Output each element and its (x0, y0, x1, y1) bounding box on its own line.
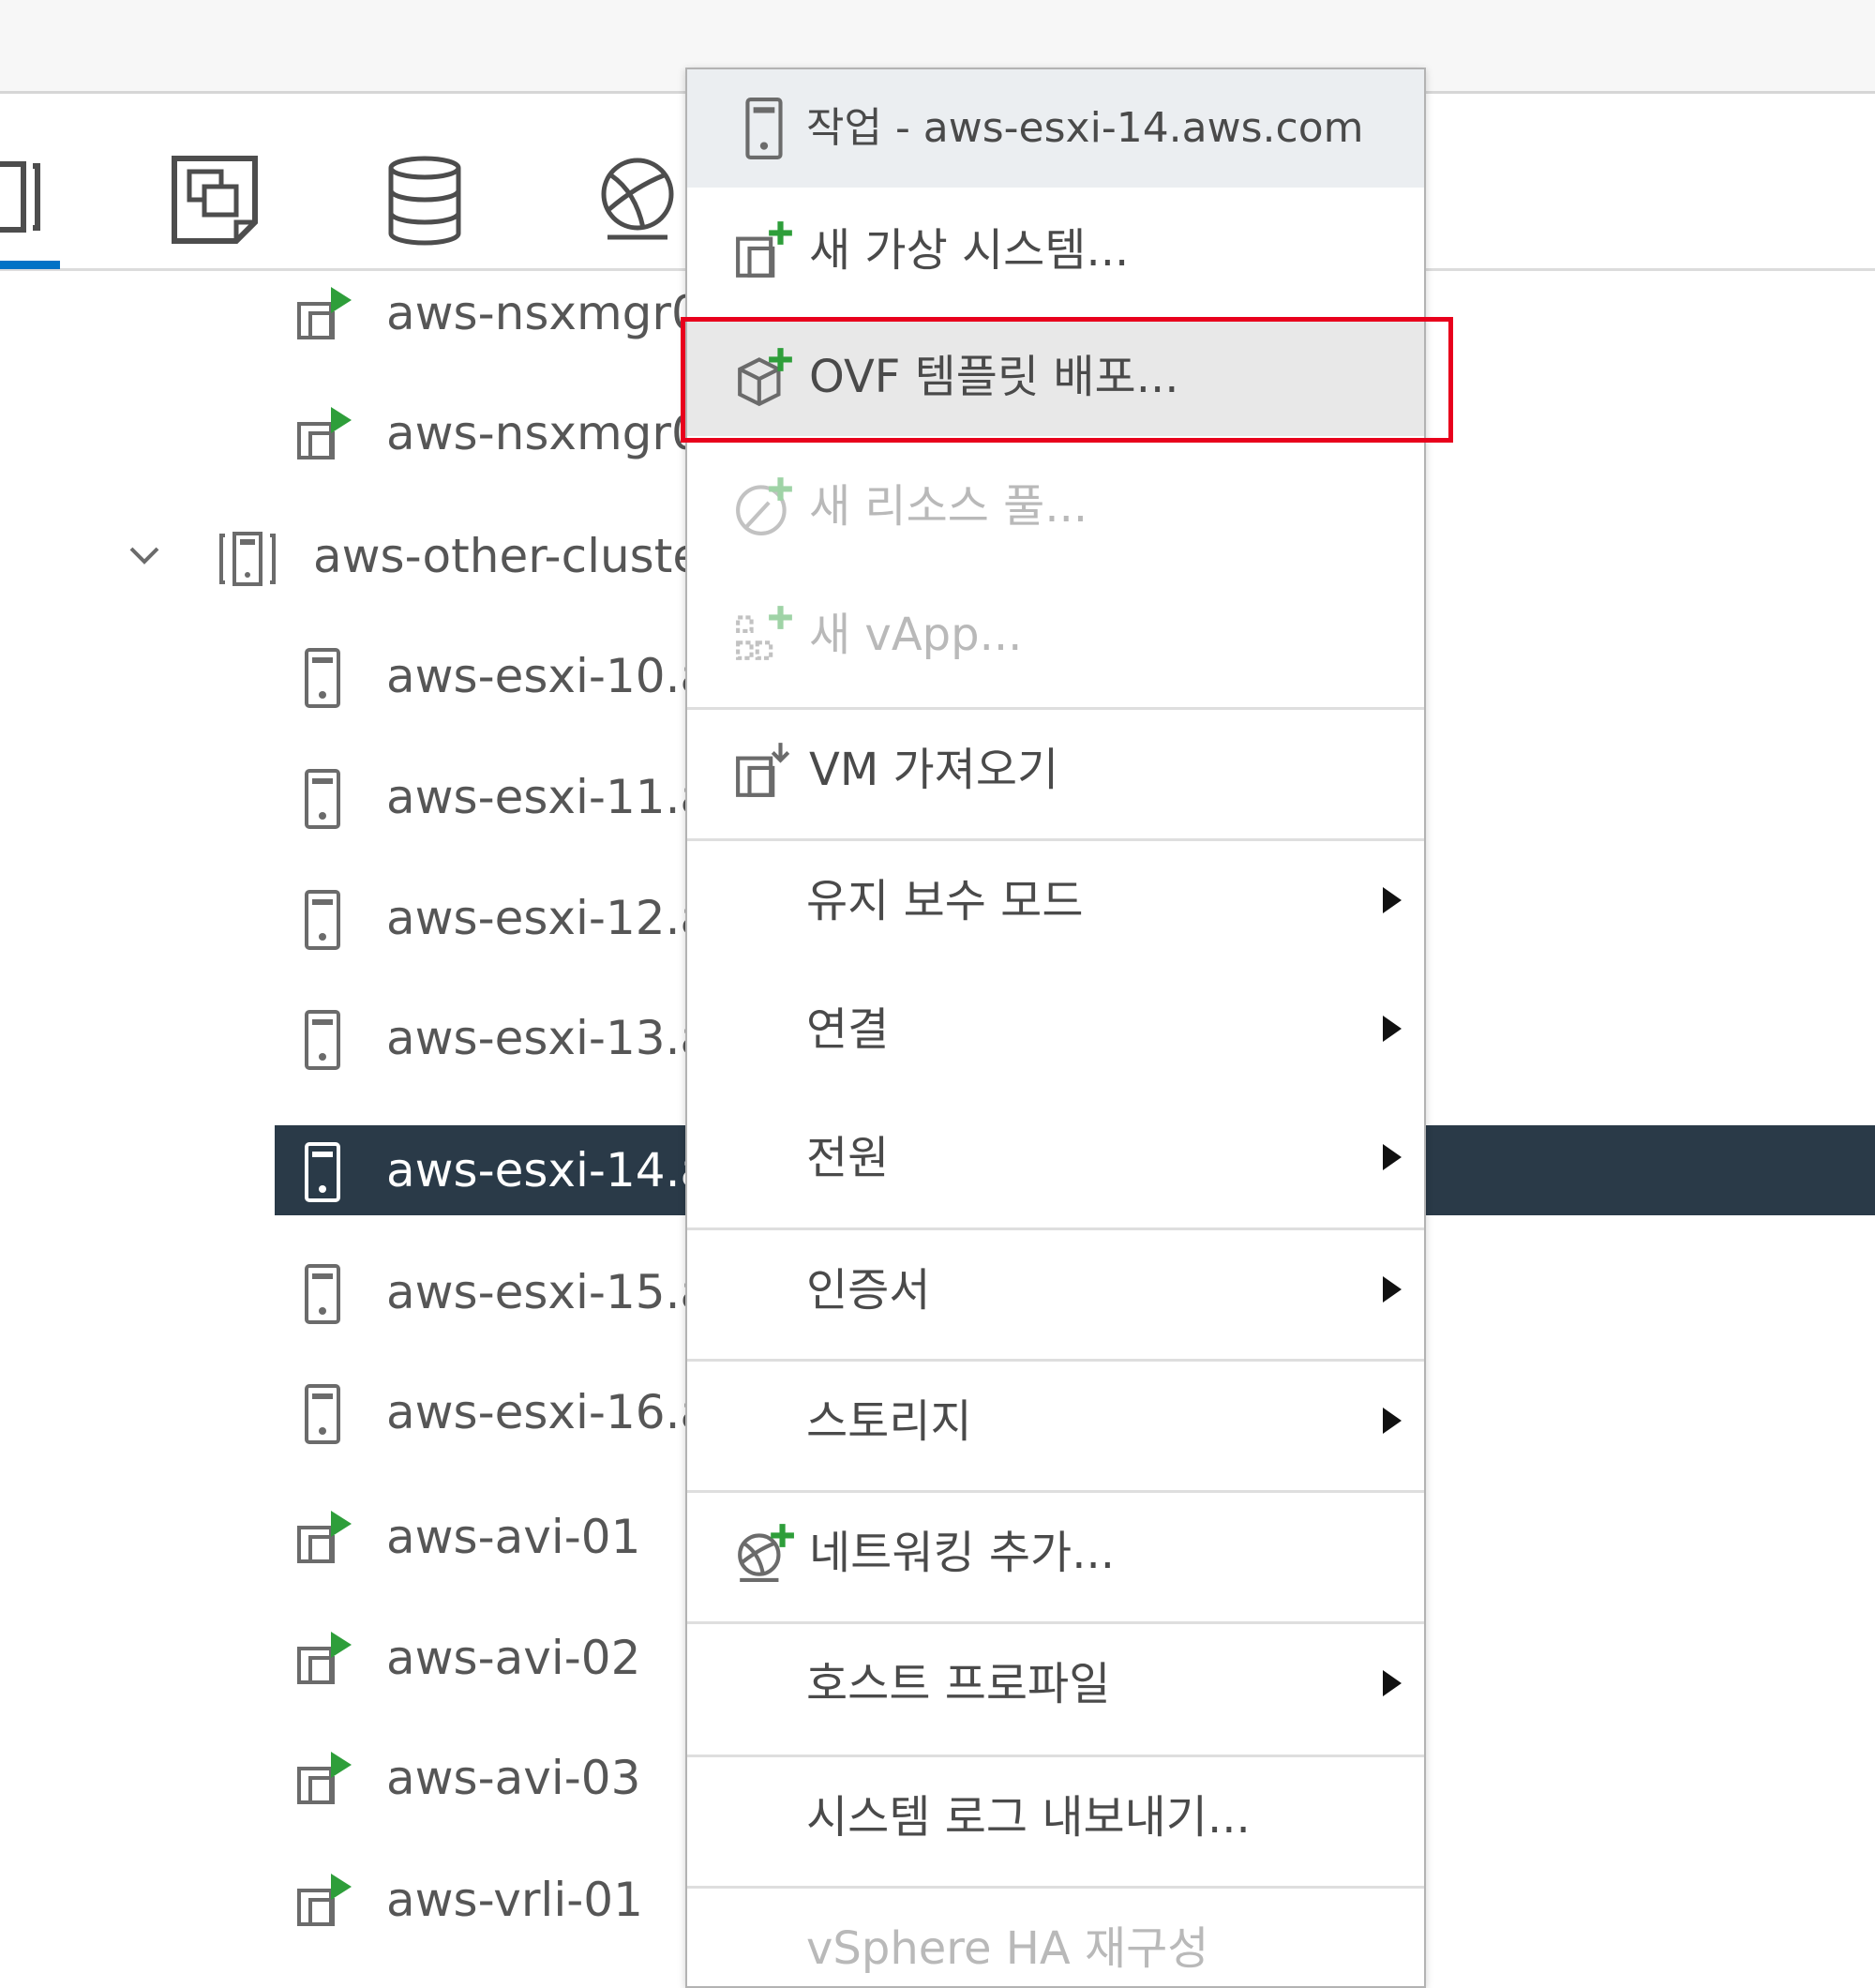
new-vm-icon (734, 219, 796, 281)
tree-item-label: aws-nsxmgr0 (386, 406, 701, 460)
tree-item-label: aws-esxi-10.a (386, 649, 710, 703)
submenu-arrow-icon (1383, 887, 1402, 913)
submenu-arrow-icon (1383, 1408, 1402, 1434)
submenu-arrow-icon (1383, 1144, 1402, 1170)
new-resource-pool-menu-item[interactable]: 새 리소스 풀... (687, 447, 1424, 565)
vm-powered-on-icon (293, 1509, 353, 1569)
tree-item-label: aws-other-cluste (313, 529, 702, 583)
new-vm-menu-item[interactable]: 새 가상 시스템... (687, 191, 1424, 309)
add-networking-menu-item[interactable]: 네트워킹 추가... (687, 1494, 1424, 1612)
menu-item-label: 전원 (806, 1132, 890, 1184)
tree-item-label: aws-esxi-11.av (386, 770, 737, 824)
menu-item-label: 시스템 로그 내보내기... (806, 1791, 1251, 1844)
menu-header-label: 작업 - aws-esxi-14.aws.com (806, 104, 1364, 152)
host-icon (293, 769, 353, 829)
tree-item-label: aws-esxi-12.a (386, 891, 710, 945)
tree-item-label: aws-vrli-01 (386, 1873, 643, 1927)
import-vm-icon (734, 739, 796, 801)
tree-item-label: aws-avi-02 (386, 1631, 641, 1685)
maintenance-mode-menu-item[interactable]: 유지 보수 모드 (687, 842, 1424, 960)
vm-powered-on-icon (293, 1872, 353, 1932)
tree-item-label: aws-esxi-14.a (386, 1143, 710, 1197)
tree-item-label: aws-avi-03 (386, 1751, 641, 1805)
connection-menu-item[interactable]: 연결 (687, 971, 1424, 1089)
host-icon (293, 1384, 353, 1444)
menu-item-label: 스토리지 (806, 1395, 972, 1448)
menu-item-label: 인증서 (806, 1264, 931, 1317)
menu-item-label: VM 가져오기 (809, 744, 1059, 796)
menu-item-label: OVF 템플릿 배포... (809, 351, 1179, 403)
deploy-ovf-icon (734, 346, 796, 408)
host-icon (293, 648, 353, 708)
cluster-icon (218, 528, 278, 588)
hosts-clusters-icon[interactable] (0, 155, 84, 248)
menu-item-label: 새 리소스 풀... (809, 480, 1088, 533)
host-icon (293, 890, 353, 950)
tree-item-label: aws-nsxmgr0 (386, 286, 701, 340)
menu-item-label: 새 vApp... (809, 609, 1023, 661)
host-icon (293, 1142, 353, 1202)
export-system-logs-menu-item[interactable]: 시스템 로그 내보내기... (687, 1758, 1424, 1876)
menu-item-label: 연결 (806, 1003, 890, 1056)
submenu-arrow-icon (1383, 1670, 1402, 1696)
tree-item-label: aws-esxi-15.a (386, 1265, 710, 1319)
vapp-icon (734, 604, 796, 666)
menu-header: 작업 - aws-esxi-14.aws.com (687, 69, 1424, 188)
reconfigure-ha-menu-item[interactable]: vSphere HA 재구성 (687, 1890, 1424, 1986)
vm-powered-on-icon (293, 405, 353, 465)
menu-separator (687, 707, 1424, 710)
resource-pool-icon (734, 475, 796, 537)
menu-separator (687, 1621, 1424, 1624)
menu-item-label: 네트워킹 추가... (809, 1527, 1115, 1579)
menu-separator (687, 1359, 1424, 1362)
vm-powered-on-icon (293, 1750, 353, 1810)
menu-item-label: 호스트 프로파일 (806, 1658, 1111, 1710)
submenu-arrow-icon (1383, 1016, 1402, 1042)
host-icon (293, 1010, 353, 1070)
storage-icon[interactable] (384, 155, 478, 248)
deploy-ovf-template-menu-item[interactable]: OVF 템플릿 배포... (687, 318, 1424, 436)
menu-separator (687, 1227, 1424, 1230)
vm-powered-on-icon (293, 1630, 353, 1690)
host-icon (293, 1264, 353, 1324)
menu-separator (687, 1490, 1424, 1493)
tree-item-label: aws-esxi-16.a (386, 1385, 710, 1439)
storage-menu-item[interactable]: 스토리지 (687, 1363, 1424, 1481)
tree-item-label: aws-esxi-13.a (386, 1011, 710, 1065)
menu-item-label: 유지 보수 모드 (806, 875, 1084, 927)
add-networking-icon (734, 1522, 796, 1584)
menu-item-label: vSphere HA 재구성 (806, 1922, 1209, 1975)
networking-icon[interactable] (598, 155, 692, 248)
menu-item-label: 새 가상 시스템... (809, 224, 1130, 277)
menu-separator (687, 838, 1424, 841)
host-profiles-menu-item[interactable]: 호스트 프로파일 (687, 1625, 1424, 1743)
power-menu-item[interactable]: 전원 (687, 1099, 1424, 1217)
vm-powered-on-icon (293, 285, 353, 345)
import-vm-menu-item[interactable]: VM 가져오기 (687, 711, 1424, 829)
menu-separator (687, 1755, 1424, 1757)
submenu-arrow-icon (1383, 1276, 1402, 1303)
menu-separator (687, 1886, 1424, 1889)
context-menu: 작업 - aws-esxi-14.aws.com 새 가상 시스템... OVF… (685, 68, 1426, 1988)
chevron-down-icon[interactable] (124, 535, 165, 577)
tree-item-label: aws-avi-01 (386, 1510, 641, 1564)
new-vapp-menu-item[interactable]: 새 vApp... (687, 576, 1424, 694)
certificates-menu-item[interactable]: 인증서 (687, 1231, 1424, 1349)
host-icon (734, 98, 796, 163)
vms-templates-icon[interactable] (169, 155, 262, 248)
